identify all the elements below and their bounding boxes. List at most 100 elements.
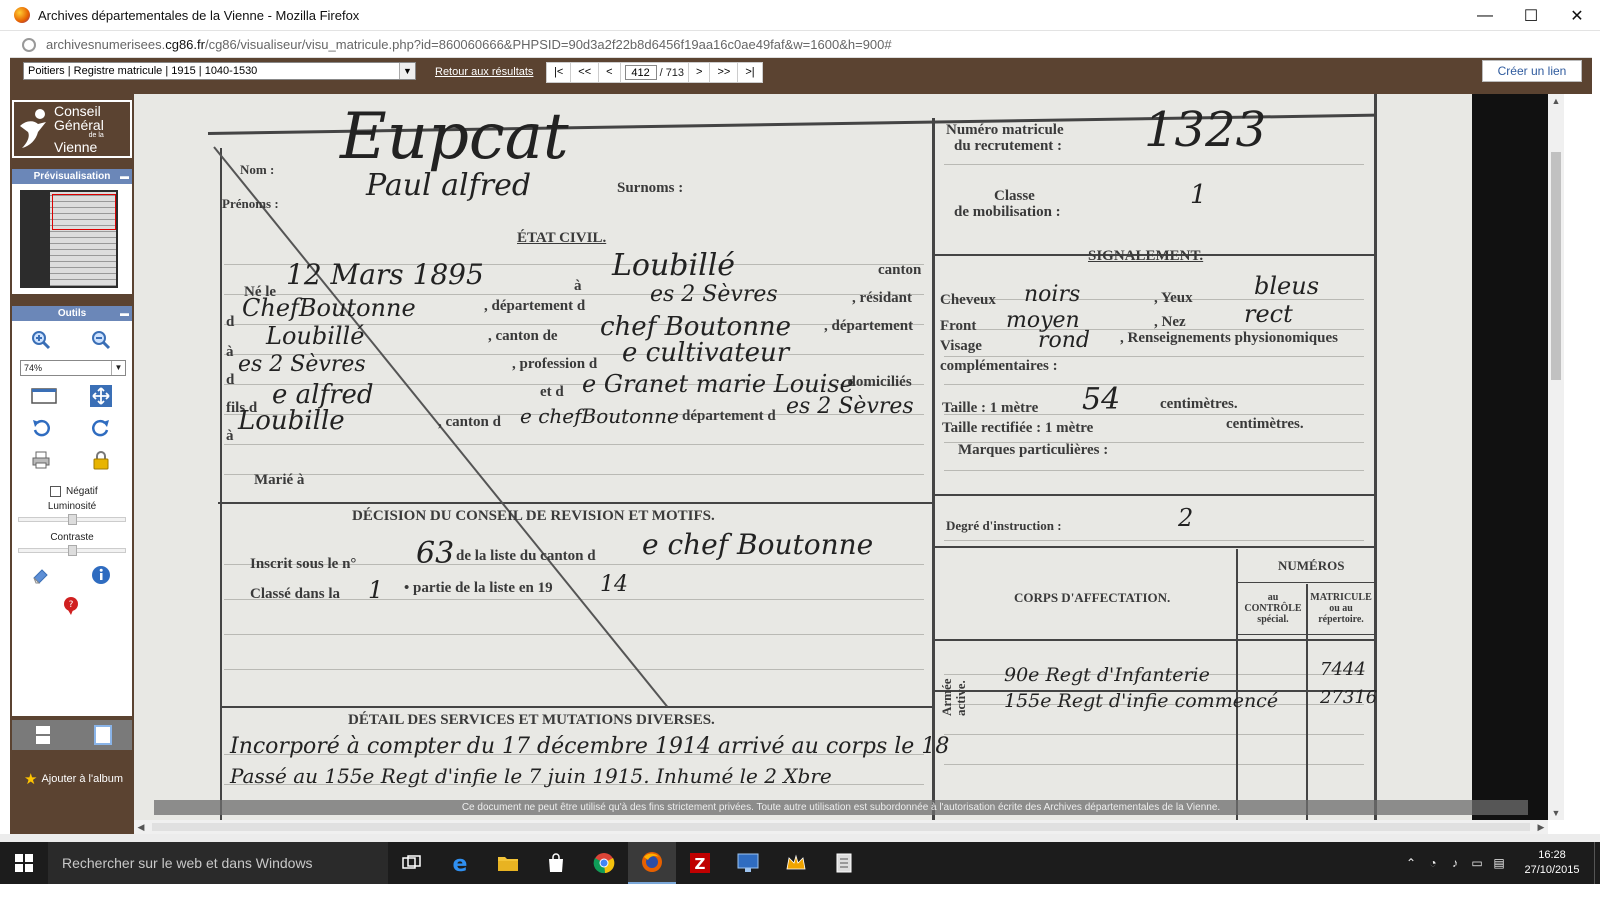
hw-date-naissance: 12 Mars 1895 [286,258,484,291]
address-bar[interactable]: archivesnumerisees.cg86.fr/cg86/visualis… [10,32,1592,58]
single-page-view-icon[interactable] [32,724,54,746]
label-a: à [226,344,234,360]
contraste-slider-thumb[interactable] [68,545,77,556]
viewport-frame[interactable] [52,194,116,230]
hw-prenoms: Paul alfred [366,168,532,203]
scroll-left-icon[interactable]: ◀ [134,820,148,834]
collapse-icon[interactable]: ▬ [120,169,129,184]
preview-thumbnail[interactable] [20,190,118,288]
tray-chevron-icon[interactable]: ⌃ [1400,856,1422,870]
label-residant: , résidant [852,290,912,306]
negatif-checkbox[interactable]: Négatif [50,486,98,497]
document-viewer[interactable]: Nom : Prénoms : Surnoms : ÉTAT CIVIL. Né… [134,94,1548,820]
hw-canton-liste: e chef Boutonne [642,528,874,561]
task-view-icon[interactable] [388,842,436,884]
label-yeux: , Yeux [1154,290,1193,306]
chevron-down-icon[interactable]: ▼ [111,361,125,375]
lock-icon[interactable] [90,449,112,471]
volume-icon[interactable]: ♪ [1444,856,1466,870]
hw-annee: 14 [600,572,628,597]
back-to-results-link[interactable]: Retour aux résultats [435,66,533,78]
chevron-down-icon[interactable]: ▼ [399,63,415,79]
horizontal-scroll-thumb[interactable] [152,823,1530,831]
label-du-recrutement: du recrutement : [954,138,1063,154]
svg-text:e: e [453,852,468,874]
remote-desktop-icon[interactable] [724,842,772,884]
create-link-button[interactable]: Créer un lien [1482,60,1582,82]
fast-forward-button[interactable]: >> [710,63,739,82]
last-page-button[interactable]: >| [738,63,762,82]
site-info-icon[interactable] [22,37,36,52]
scroll-right-icon[interactable]: ▶ [1534,820,1548,834]
luminosite-slider-thumb[interactable] [68,514,77,525]
windows-start-icon[interactable] [0,842,48,884]
scroll-down-icon[interactable]: ▼ [1548,806,1564,820]
full-page-view-icon[interactable] [92,724,114,746]
hw-yeux: bleus [1254,272,1320,300]
fast-back-button[interactable]: << [571,63,600,82]
tools-panel-header[interactable]: Outils ▬ [12,306,132,321]
zoom-in-icon[interactable] [30,329,52,351]
taskbar-clock[interactable]: 16:28 27/10/2015 [1510,848,1594,878]
label-inscrit: Inscrit sous le n° [250,556,357,572]
app-crown-icon[interactable] [772,842,820,884]
horizontal-scrollbar[interactable]: ◀ ▶ [134,820,1548,834]
next-page-button[interactable]: > [689,63,711,82]
fit-page-icon[interactable] [90,385,112,407]
label-centimetres: centimètres. [1160,396,1238,412]
page-indicator: / 713 [621,63,690,82]
print-icon[interactable] [30,449,52,471]
annotation-icon[interactable]: ? [60,595,82,617]
hw-dept-residence: es 2 Sèvres [238,352,366,377]
url-text[interactable]: archivesnumerisees.cg86.fr/cg86/visualis… [46,37,892,52]
window-title: Archives départementales de la Vienne - … [38,7,360,23]
scroll-up-icon[interactable]: ▲ [1548,94,1564,108]
maximize-button[interactable]: ☐ [1508,0,1554,31]
firefox-taskbar-icon[interactable] [628,842,676,884]
wifi-icon[interactable]: ◔ [1422,856,1444,870]
zoom-out-icon[interactable] [90,329,112,351]
contraste-slider[interactable] [18,545,126,556]
close-button[interactable]: ✕ [1554,0,1600,31]
notifications-icon[interactable]: ▤ [1488,856,1510,870]
hw-services-line-1: Incorporé à compter du 17 décembre 1914 … [230,734,950,759]
hw-nez: rect [1244,300,1293,328]
preview-panel-header[interactable]: Prévisualisation ▬ [12,169,132,184]
chrome-icon[interactable] [580,842,628,884]
label-nez: , Nez [1154,314,1186,330]
document-app-icon[interactable] [820,842,868,884]
vertical-scroll-thumb[interactable] [1551,152,1561,380]
page-number-input[interactable] [624,65,657,80]
collapse-icon[interactable]: ▬ [120,306,129,321]
hw-matricule: 1323 [1144,102,1267,158]
register-select[interactable]: Poitiers | Registre matricule | 1915 | 1… [23,62,416,80]
battery-icon[interactable]: ▭ [1466,856,1488,870]
luminosite-slider[interactable] [18,514,126,525]
system-tray: ⌃ ◔ ♪ ▭ ▤ 16:28 27/10/2015 [1400,842,1600,884]
hw-corps-affectation: 90e Regt d'Infanterie 155e Regt d'infie … [1004,664,1279,712]
label-a: à [574,278,582,294]
store-icon[interactable] [532,842,580,884]
taskbar-search[interactable]: Rechercher sur le web et dans Windows [48,842,388,884]
label-taille: Taille : 1 mètre [942,400,1039,416]
label-d: d [226,372,235,388]
hw-degre-instruction: 2 [1178,504,1194,532]
document-scan[interactable]: Nom : Prénoms : Surnoms : ÉTAT CIVIL. Né… [134,94,1472,820]
fit-width-icon[interactable] [30,385,58,407]
edge-icon[interactable]: e [436,842,484,884]
prev-page-button[interactable]: < [599,63,621,82]
vertical-scrollbar[interactable]: ▲ ▼ [1548,94,1564,820]
add-to-album-button[interactable]: ★ Ajouter à l'album [24,770,123,788]
filezilla-icon[interactable]: Z [676,842,724,884]
zoom-select[interactable]: 74% ▼ [20,360,126,376]
info-icon[interactable] [90,564,112,586]
viewer-toolbar: Poitiers | Registre matricule | 1915 | 1… [10,58,1592,94]
minimize-button[interactable]: — [1462,0,1508,31]
file-explorer-icon[interactable] [484,842,532,884]
rotate-right-icon[interactable] [90,417,112,439]
checkbox-box[interactable] [50,486,61,497]
first-page-button[interactable]: |< [547,63,572,82]
show-desktop-button[interactable] [1594,842,1600,884]
rotate-left-icon[interactable] [30,417,52,439]
eraser-icon[interactable] [30,564,52,586]
